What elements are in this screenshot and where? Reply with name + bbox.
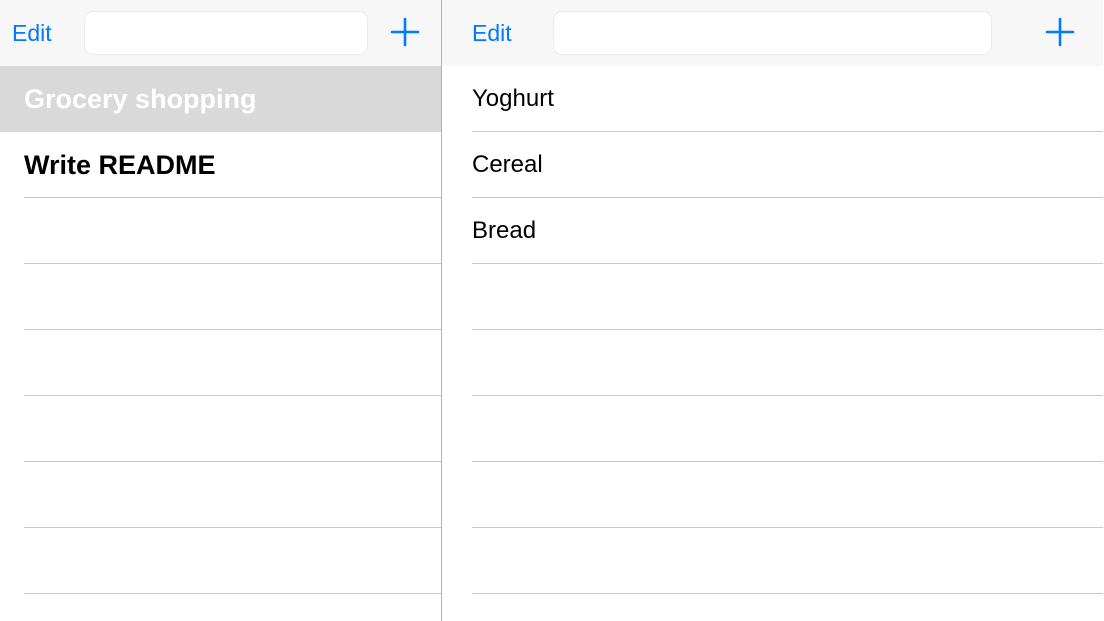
master-search-input[interactable]: [84, 11, 368, 55]
detail-search-input[interactable]: [553, 11, 992, 55]
list-item-empty: [0, 330, 441, 396]
row-separator: [24, 593, 441, 594]
detail-navbar: Edit: [442, 0, 1103, 66]
list-item-label: Grocery shopping: [24, 84, 257, 114]
list-item[interactable]: Bread: [442, 198, 1103, 264]
split-view: Edit Grocery shopping Write README Edit …: [0, 0, 1104, 621]
detail-edit-button[interactable]: Edit: [472, 18, 512, 48]
plus-icon: [1045, 17, 1075, 47]
list-item-empty: [442, 264, 1103, 330]
master-navbar: Edit: [0, 0, 441, 66]
list-item[interactable]: Cereal: [442, 132, 1103, 198]
list-item[interactable]: Yoghurt: [442, 66, 1103, 132]
list-item-empty: [0, 198, 441, 264]
list-item-empty: [0, 396, 441, 462]
detail-pane: Edit Yoghurt Cereal Bread: [442, 0, 1103, 621]
list-item-empty: [442, 528, 1103, 594]
list-item-label: Yoghurt: [472, 85, 554, 112]
row-separator: [472, 593, 1103, 594]
list-item-label: Cereal: [472, 151, 543, 178]
master-add-button[interactable]: [388, 15, 422, 49]
list-item-empty: [442, 330, 1103, 396]
list-item-empty: [0, 528, 441, 594]
detail-list: Yoghurt Cereal Bread: [442, 66, 1103, 594]
master-pane: Edit Grocery shopping Write README: [0, 0, 442, 621]
detail-add-button[interactable]: [1043, 15, 1077, 49]
master-edit-button[interactable]: Edit: [12, 18, 52, 48]
master-list: Grocery shopping Write README: [0, 66, 441, 594]
list-item-label: Bread: [472, 217, 537, 244]
list-item[interactable]: Grocery shopping: [0, 66, 441, 132]
list-item[interactable]: Write README: [0, 132, 441, 198]
list-item-empty: [0, 264, 441, 330]
plus-icon: [390, 17, 420, 47]
list-item-empty: [0, 462, 441, 528]
list-item-empty: [442, 396, 1103, 462]
list-item-empty: [442, 462, 1103, 528]
list-item-label: Write README: [24, 150, 216, 180]
